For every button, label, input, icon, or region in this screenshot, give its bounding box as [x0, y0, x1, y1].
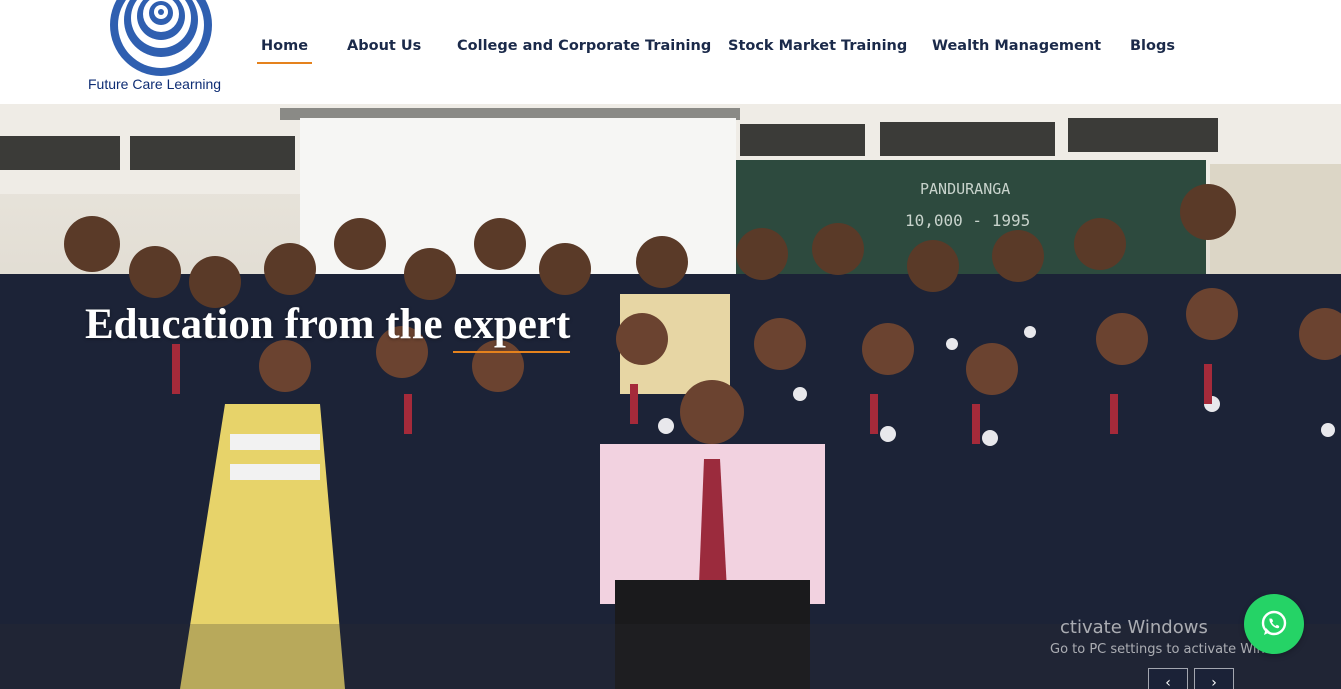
hero-photo: PANDURANGA 10,000 - 1995 — [0, 104, 1341, 689]
headline-text: Education from the — [85, 301, 454, 348]
watermark-line2: Go to PC settings to activate Windo — [1050, 642, 1281, 657]
watermark-line1: ctivate Windows — [1060, 617, 1208, 638]
logo[interactable]: Future Care Learning — [86, 0, 238, 100]
chevron-left-icon: ‹ — [1165, 675, 1171, 689]
slider-prev-button[interactable]: ‹ — [1148, 668, 1188, 689]
logo-text: Future Care Learning — [88, 76, 222, 92]
chevron-right-icon: › — [1211, 675, 1217, 689]
hero-headline: Education from the expert — [85, 300, 571, 353]
nav-home[interactable]: Home — [256, 38, 313, 64]
nav-college-corporate-training[interactable]: College and Corporate Training — [457, 38, 711, 54]
nav-about-us[interactable]: About Us — [347, 38, 421, 54]
nav-wealth-management[interactable]: Wealth Management — [932, 38, 1101, 54]
nav-stock-market-training[interactable]: Stock Market Training — [728, 38, 907, 54]
spiral-logo-icon — [110, 0, 212, 76]
svg-text:10,000 - 1995: 10,000 - 1995 — [905, 211, 1030, 230]
slider-next-button[interactable]: › — [1194, 668, 1234, 689]
hero-banner: PANDURANGA 10,000 - 1995 Education from … — [0, 104, 1341, 689]
headline-accent-word: expert — [453, 301, 571, 353]
nav-blogs[interactable]: Blogs — [1130, 38, 1175, 54]
svg-text:PANDURANGA: PANDURANGA — [920, 180, 1010, 198]
whatsapp-icon — [1261, 610, 1287, 636]
site-header: Future Care Learning Home About Us Colle… — [0, 0, 1341, 104]
whatsapp-chat-button[interactable] — [1244, 594, 1304, 654]
